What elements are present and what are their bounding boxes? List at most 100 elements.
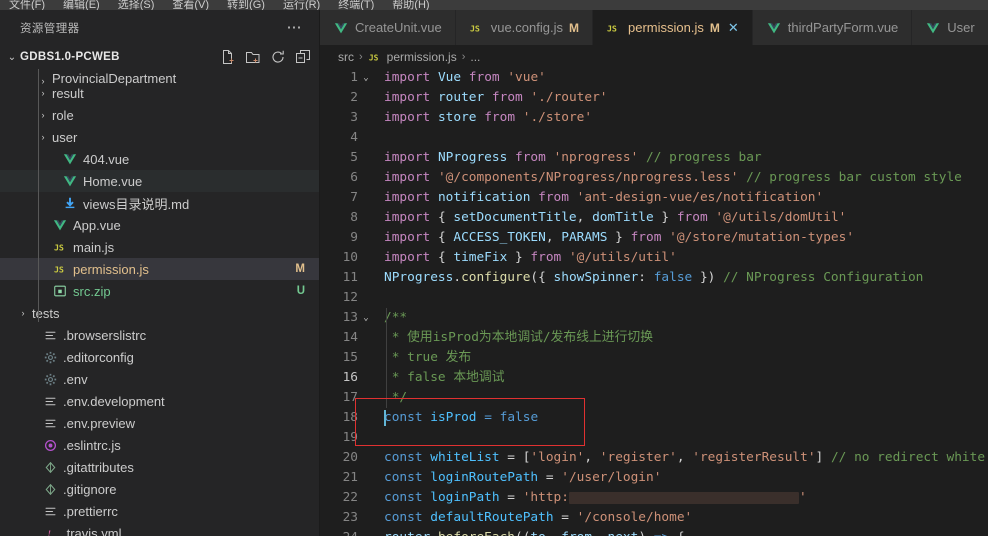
new-file-icon[interactable] [220, 49, 236, 65]
chevron-right-icon[interactable]: › [38, 110, 48, 120]
code-line-16[interactable]: 16 * false 本地调试 [320, 368, 988, 388]
code-line-20[interactable]: 20 const whiteList = ['login', 'register'… [320, 448, 988, 468]
tree-item-src-zip[interactable]: src.zip U [0, 280, 319, 302]
tree-item--gitignore[interactable]: .gitignore [0, 478, 319, 500]
token-str: 'ant-design-vue/es/notification' [576, 190, 824, 205]
new-folder-icon[interactable] [245, 49, 261, 65]
tree-item--browserslistrc[interactable]: .browserslistrc [0, 324, 319, 346]
code-line-14[interactable]: 14 * 使用isProd为本地调试/发布线上进行切换 [320, 328, 988, 348]
token-kw: from [484, 110, 516, 125]
code-line-17[interactable]: 17 */ [320, 388, 988, 408]
token-var: domTitle [592, 210, 654, 225]
chevron-right-icon[interactable]: › [18, 308, 28, 318]
menu-item-7[interactable]: 帮助(H) [383, 0, 438, 10]
fold-chevron-icon[interactable]: ⌄ [358, 68, 374, 88]
refresh-icon[interactable] [270, 49, 286, 65]
js-file-icon: JS [52, 262, 68, 276]
code-line-12[interactable]: 12 [320, 288, 988, 308]
menu-item-0[interactable]: 文件(F) [0, 0, 54, 10]
tree-item--gitattributes[interactable]: .gitattributes [0, 456, 319, 478]
menu-item-4[interactable]: 转到(G) [218, 0, 274, 10]
code-line-5[interactable]: 5 import NProgress from 'nprogress' // pr… [320, 148, 988, 168]
code-line-22[interactable]: 22 const loginPath = 'http: ' [320, 488, 988, 508]
token-var: NProgress [437, 150, 508, 165]
code-line-8[interactable]: 8 import { setDocumentTitle, domTitle } f… [320, 208, 988, 228]
code-line-10[interactable]: 10 import { timeFix } from '@/utils/util' [320, 248, 988, 268]
menu-item-5[interactable]: 运行(R) [274, 0, 329, 10]
tree-item-label: .eslintrc.js [63, 437, 121, 453]
tree-item-result[interactable]: › result [0, 82, 319, 104]
tree-item--editorconfig[interactable]: .editorconfig [0, 346, 319, 368]
tree-item-home-vue[interactable]: Home.vue [0, 170, 319, 192]
editor-tab-vue-config-js[interactable]: JS vue.config.js M [455, 10, 593, 45]
chevron-right-icon[interactable]: › [38, 88, 48, 98]
explorer-more-actions-icon[interactable]: ⋯ [281, 20, 310, 35]
tree-item--travis-yml[interactable]: ! .travis.yml [0, 522, 319, 536]
tree-item--env-development[interactable]: .env.development [0, 390, 319, 412]
chevron-down-icon[interactable]: ⌄ [4, 52, 20, 63]
menu-item-6[interactable]: 终端(T) [329, 0, 383, 10]
token-pl: ({ [530, 270, 554, 285]
tree-item-permission-js[interactable]: JS permission.js M [0, 258, 319, 280]
code-line-18[interactable]: 18 const isProd = false [320, 408, 988, 428]
code-line-3[interactable]: 3 import store from './store' [320, 108, 988, 128]
fold-chevron-icon[interactable]: ⌄ [358, 528, 374, 536]
code-editor[interactable]: 1 ⌄ import Vue from 'vue' 2 import router fr… [320, 68, 988, 536]
tree-item-provincialdepartment[interactable]: › ProvincialDepartment [0, 69, 319, 86]
collapse-all-icon[interactable] [295, 49, 311, 65]
tree-item--eslintrc-js[interactable]: .eslintrc.js [0, 434, 319, 456]
tree-item-label: .editorconfig [63, 349, 134, 365]
close-icon[interactable]: ✕ [728, 20, 739, 36]
token-pl: { [430, 250, 454, 265]
tree-item--prettierrc[interactable]: .prettierrc [0, 500, 319, 522]
fold-chevron-icon[interactable]: ⌄ [358, 308, 374, 328]
code-line-11[interactable]: 11 NProgress.configure({ showSpinner: fal… [320, 268, 988, 288]
svg-text:JS: JS [369, 53, 379, 62]
code-line-21[interactable]: 21 const loginRoutePath = '/user/login' [320, 468, 988, 488]
editor-tab-thirdpartyform-vue[interactable]: thirdPartyForm.vue [752, 10, 913, 45]
code-line-text: * 使用isProd为本地调试/发布线上进行切换 [374, 328, 653, 348]
token-var: router [384, 530, 430, 536]
tree-item--env[interactable]: .env [0, 368, 319, 390]
code-line-1[interactable]: 1 ⌄ import Vue from 'vue' [320, 68, 988, 88]
tree-item--env-preview[interactable]: .env.preview [0, 412, 319, 434]
tree-item-role[interactable]: › role [0, 104, 319, 126]
code-line-6[interactable]: 6 import '@/components/NProgress/nprogres… [320, 168, 988, 188]
tree-item-app-vue[interactable]: App.vue [0, 214, 319, 236]
breadcrumb-file[interactable]: permission.js [387, 50, 457, 64]
tree-item-user[interactable]: › user [0, 126, 319, 148]
code-line-19[interactable]: 19 [320, 428, 988, 448]
menu-item-2[interactable]: 选择(S) [109, 0, 164, 10]
code-line-15[interactable]: 15 * true 发布 [320, 348, 988, 368]
editor-tab-createunit-vue[interactable]: CreateUnit.vue [320, 10, 456, 45]
chevron-right-icon[interactable]: › [38, 132, 48, 142]
breadcrumb[interactable]: src › JS permission.js › ... [320, 45, 988, 68]
tree-item-404-vue[interactable]: 404.vue [0, 148, 319, 170]
menu-item-1[interactable]: 编辑(E) [54, 0, 109, 10]
editor-tab-permission-js[interactable]: JS permission.js M ✕ [592, 10, 753, 45]
code-line-23[interactable]: 23 const defaultRoutePath = '/console/hom… [320, 508, 988, 528]
code-line-13[interactable]: 13 ⌄ /** [320, 308, 988, 328]
folder-section-header[interactable]: ⌄ GDBS1.0-PCWEB [0, 45, 319, 69]
token-pl: . [453, 270, 462, 285]
tree-item-views-md[interactable]: views目录说明.md [0, 192, 319, 214]
breadcrumb-tail[interactable]: ... [470, 50, 480, 64]
code-line-2[interactable]: 2 import router from './router' [320, 88, 988, 108]
code-line-7[interactable]: 7 import notification from 'ant-design-vu… [320, 188, 988, 208]
file-tree[interactable]: › ProvincialDepartment › result › role › user 40… [0, 69, 319, 536]
breadcrumb-root[interactable]: src [338, 50, 354, 64]
menu-item-3[interactable]: 查看(V) [163, 0, 218, 10]
code-line-4[interactable]: 4 [320, 128, 988, 148]
tree-item-main-js[interactable]: JS main.js [0, 236, 319, 258]
code-line-9[interactable]: 9 import { ACCESS_TOKEN, PARAMS } from '@… [320, 228, 988, 248]
editor-tab-bar[interactable]: CreateUnit.vue JS vue.config.js M JS permissi… [320, 10, 988, 45]
tree-item-tests[interactable]: › tests [0, 302, 319, 324]
editor-tab-user[interactable]: User [912, 10, 988, 45]
code-line-24[interactable]: 24⌄router.beforeEach((to, from, next) =>… [320, 528, 988, 536]
